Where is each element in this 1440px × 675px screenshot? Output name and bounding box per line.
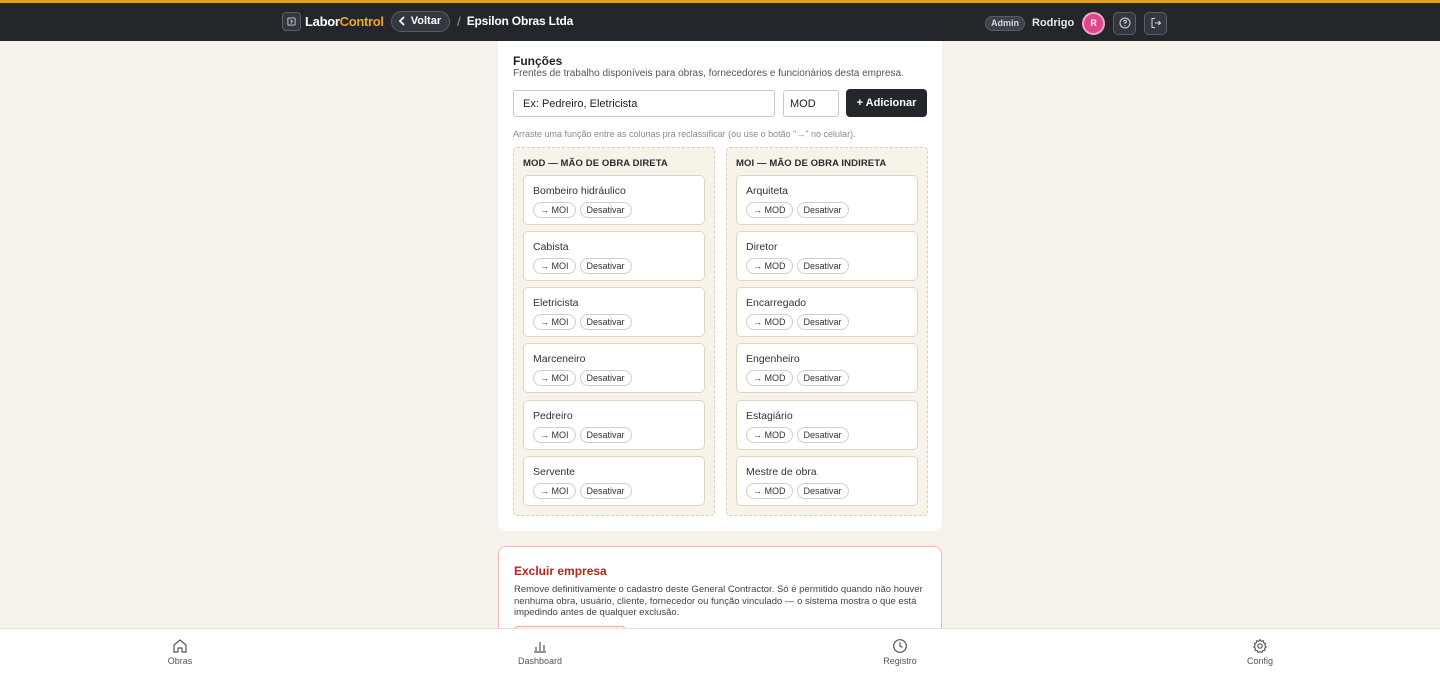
nav-item-dashboard[interactable]: Dashboard	[495, 638, 585, 666]
function-card[interactable]: Servente → MOI Desativar	[523, 456, 705, 506]
deactivate-button[interactable]: Desativar	[796, 427, 849, 443]
function-card[interactable]: Encarregado → MOD Desativar	[736, 287, 918, 337]
function-name: Arquiteta	[746, 185, 789, 197]
move-to-moi-button[interactable]: → MOI	[533, 427, 576, 443]
function-name-input[interactable]	[513, 90, 775, 117]
page-title: Epsilon Obras Ltda	[466, 14, 574, 28]
nav-label: Dashboard	[517, 656, 563, 666]
nav-label: Config	[1246, 656, 1273, 666]
function-card[interactable]: Pedreiro → MOI Desativar	[523, 400, 705, 450]
function-name: Bombeiro hidráulico	[533, 185, 626, 197]
deactivate-button[interactable]: Desativar	[796, 370, 849, 386]
deactivate-button[interactable]: Desativar	[579, 258, 632, 274]
deactivate-button[interactable]: Desativar	[579, 370, 632, 386]
delete-company-title: Excluir empresa	[514, 564, 607, 578]
mod-column[interactable]: MOD — MÃO DE OBRA DIRETA Bombeiro hidráu…	[513, 147, 715, 516]
function-type-value: MOD	[790, 97, 816, 110]
function-card[interactable]: Bombeiro hidráulico → MOI Desativar	[523, 175, 705, 225]
bottom-nav: Obras Dashboard Registro Config	[0, 628, 1440, 675]
help-button[interactable]	[1113, 11, 1137, 35]
function-name: Engenheiro	[746, 353, 800, 365]
logout-button[interactable]	[1144, 11, 1168, 35]
header-left: LaborControl Voltar / Epsilon Obras Ltda	[282, 10, 573, 32]
deactivate-button[interactable]: Desativar	[796, 483, 849, 499]
drag-hint: Arraste uma função entre as colunas pra …	[513, 129, 856, 139]
nav-label: Registro	[883, 656, 917, 666]
move-to-moi-button[interactable]: → MOI	[533, 314, 576, 330]
deactivate-button[interactable]: Desativar	[579, 314, 632, 330]
function-card[interactable]: Diretor → MOD Desativar	[736, 231, 918, 281]
header-right: Admin Rodrigo R	[985, 11, 1168, 35]
logo-text-right: Control	[339, 13, 384, 29]
move-to-moi-button[interactable]: → MOI	[533, 483, 576, 499]
section-title: Funções	[513, 54, 563, 68]
function-name: Servente	[533, 466, 576, 478]
function-name: Marceneiro	[533, 353, 586, 365]
add-function-button[interactable]: + Adicionar	[846, 89, 927, 117]
function-name: Mestre de obra	[746, 466, 817, 478]
move-to-moi-button[interactable]: → MOI	[533, 202, 576, 218]
move-to-moi-button[interactable]: → MOI	[533, 258, 576, 274]
function-name: Cabista	[533, 241, 569, 253]
move-to-mod-button[interactable]: → MOD	[746, 202, 793, 218]
function-name: Eletricista	[533, 297, 579, 309]
function-name: Pedreiro	[533, 410, 573, 422]
clock-icon	[893, 639, 907, 653]
function-name: Diretor	[746, 241, 778, 253]
function-card[interactable]: Mestre de obra → MOD Desativar	[736, 456, 918, 506]
deactivate-button[interactable]: Desativar	[579, 427, 632, 443]
function-type-select[interactable]: MOD	[783, 90, 839, 117]
move-to-mod-button[interactable]: → MOD	[746, 314, 793, 330]
back-button-label: Voltar	[410, 15, 442, 27]
app-logo[interactable]: LaborControl	[305, 14, 384, 29]
top-bar: LaborControl Voltar / Epsilon Obras Ltda…	[0, 0, 1440, 41]
section-description: Frentes de trabalho disponíveis para obr…	[513, 68, 904, 79]
function-card[interactable]: Marceneiro → MOI Desativar	[523, 343, 705, 393]
bar-chart-icon	[534, 642, 546, 653]
chevron-left-icon	[398, 16, 405, 26]
move-to-mod-button[interactable]: → MOD	[746, 370, 793, 386]
moi-column-title: MOI — MÃO DE OBRA INDIRETA	[736, 158, 887, 169]
move-to-mod-button[interactable]: → MOD	[746, 483, 793, 499]
moi-column[interactable]: MOI — MÃO DE OBRA INDIRETA Arquiteta → M…	[726, 147, 928, 516]
breadcrumb-separator: /	[457, 13, 461, 29]
deactivate-button[interactable]: Desativar	[579, 483, 632, 499]
back-button[interactable]: Voltar	[390, 10, 451, 32]
function-name: Estagiário	[746, 410, 793, 422]
deactivate-button[interactable]: Desativar	[796, 202, 849, 218]
logout-icon	[1151, 18, 1161, 28]
deactivate-button[interactable]: Desativar	[579, 202, 632, 218]
nav-label: Obras	[167, 656, 193, 666]
function-card[interactable]: Eletricista → MOI Desativar	[523, 287, 705, 337]
nav-item-config[interactable]: Config	[1215, 638, 1305, 666]
home-icon	[173, 639, 187, 653]
deactivate-button[interactable]: Desativar	[796, 258, 849, 274]
move-to-moi-button[interactable]: → MOI	[533, 370, 576, 386]
delete-company-description: Remove definitivamente o cadastro deste …	[514, 584, 923, 618]
move-to-mod-button[interactable]: → MOD	[746, 258, 793, 274]
logo-text-left: Labor	[305, 13, 340, 29]
function-name: Encarregado	[746, 297, 807, 309]
function-card[interactable]: Estagiário → MOD Desativar	[736, 400, 918, 450]
help-icon	[1119, 17, 1131, 29]
nav-item-registro[interactable]: Registro	[855, 638, 945, 666]
function-card[interactable]: Cabista → MOI Desativar	[523, 231, 705, 281]
role-badge: Admin	[985, 15, 1025, 31]
avatar-initial: R	[1090, 18, 1097, 28]
gear-icon	[1253, 638, 1267, 653]
funcoes-panel: Funções Frentes de trabalho disponíveis …	[498, 41, 942, 531]
function-card[interactable]: Arquiteta → MOD Desativar	[736, 175, 918, 225]
mod-column-title: MOD — MÃO DE OBRA DIRETA	[523, 158, 668, 169]
nav-item-obras[interactable]: Obras	[135, 638, 225, 666]
sidebar-toggle-icon[interactable]	[282, 11, 301, 31]
function-card[interactable]: Engenheiro → MOD Desativar	[736, 343, 918, 393]
user-name: Rodrigo	[1032, 17, 1075, 29]
avatar[interactable]: R	[1082, 11, 1106, 35]
move-to-mod-button[interactable]: → MOD	[746, 427, 793, 443]
deactivate-button[interactable]: Desativar	[796, 314, 849, 330]
